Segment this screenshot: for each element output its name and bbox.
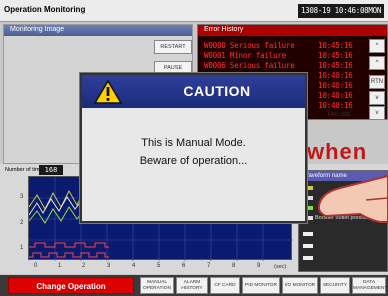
error-code: W0006 Serious failure bbox=[204, 61, 295, 70]
caution-message-line1: This is Manual Mode. bbox=[141, 137, 246, 149]
scroll-up-button[interactable]: ^ bbox=[369, 56, 385, 70]
waveform-red-1 bbox=[29, 242, 109, 248]
monitoring-image-title: Monitoring Image bbox=[10, 26, 65, 33]
manual-operation-button[interactable]: MANUAL OPERATION bbox=[140, 277, 174, 294]
manual-operation-line2: OPERATION bbox=[143, 286, 171, 291]
x-tick: 5 bbox=[157, 263, 161, 269]
x-tick: 7 bbox=[207, 263, 211, 269]
error-time: 10:45:16 bbox=[318, 51, 353, 60]
change-operation-button[interactable]: Change Operation bbox=[8, 277, 134, 294]
error-code: W0000 Serious failure bbox=[204, 41, 295, 50]
x-unit-label: (sec) bbox=[274, 264, 287, 270]
scroll-bottom-button[interactable]: v bbox=[369, 106, 385, 120]
failure-label: FAILURE bbox=[328, 112, 351, 118]
error-row[interactable]: W0001 Minor failure 10:45:16 bbox=[204, 51, 354, 61]
title-bar: Operation Monitoring 1308-19 10:46:08MON bbox=[0, 0, 388, 22]
count-value: 168 bbox=[39, 165, 63, 175]
legend-swatch bbox=[303, 255, 313, 260]
monitoring-image-header: Monitoring Image bbox=[4, 25, 192, 36]
restart-button[interactable]: RESTART bbox=[154, 40, 192, 54]
x-tick: 3 bbox=[107, 263, 111, 269]
error-time: 10:40:16 bbox=[318, 101, 353, 110]
legend-item[interactable] bbox=[303, 255, 315, 261]
return-button[interactable]: RTN bbox=[369, 75, 385, 89]
error-row[interactable]: W0000 Serious failure 10:45:16 bbox=[204, 41, 354, 51]
error-row[interactable]: W0006 Serious failure 10:45:16 bbox=[204, 61, 354, 71]
data-management-button[interactable]: DATA MANAGEMENT bbox=[352, 277, 388, 294]
caution-dialog: CAUTION This is Manual Mode. Beware of o… bbox=[80, 73, 307, 223]
io-monitor-label: I/O MONITOR bbox=[284, 283, 316, 288]
legend-swatch bbox=[303, 243, 313, 248]
pid-monitor-label: PID MONITOR bbox=[245, 283, 277, 288]
x-tick: 0 bbox=[34, 263, 38, 269]
data-management-line2: MANAGEMENT bbox=[353, 286, 388, 291]
warning-icon bbox=[94, 80, 122, 104]
error-time: 10:40:16 bbox=[318, 81, 353, 90]
caution-message-line2: Beware of operation... bbox=[139, 155, 248, 167]
pid-monitor-button[interactable]: PID MONITOR bbox=[242, 277, 280, 294]
security-button[interactable]: SECURITY bbox=[320, 277, 350, 294]
scroll-top-button[interactable]: ^ bbox=[369, 39, 385, 53]
error-history-title: Error History bbox=[204, 26, 244, 33]
security-label: SECURITY bbox=[322, 283, 348, 288]
cf-card-label: CF CARD bbox=[214, 283, 236, 288]
waveform-red-2 bbox=[29, 252, 109, 258]
alarm-history-button[interactable]: ALARM HISTORY bbox=[176, 277, 208, 294]
error-code: W0001 Minor failure bbox=[204, 51, 286, 60]
error-history-header: Error History bbox=[198, 25, 387, 36]
error-time: 10:40:16 bbox=[318, 91, 353, 100]
y-tick: 2 bbox=[20, 220, 24, 226]
legend-item[interactable] bbox=[303, 243, 315, 249]
error-time: 10:40:16 bbox=[318, 71, 353, 80]
x-tick: 2 bbox=[82, 263, 86, 269]
app-title: Operation Monitoring bbox=[4, 5, 86, 14]
x-tick: 8 bbox=[232, 263, 236, 269]
alarm-history-line2: HISTORY bbox=[181, 286, 203, 291]
cf-card-button[interactable]: CF CARD bbox=[210, 277, 240, 294]
io-monitor-button[interactable]: I/O MONITOR bbox=[282, 277, 318, 294]
x-tick: 6 bbox=[182, 263, 186, 269]
when-callout: when bbox=[307, 139, 368, 164]
scroll-down-button[interactable]: v bbox=[369, 91, 385, 105]
error-time: 10:45:16 bbox=[318, 61, 353, 70]
footer-toolbar: Change Operation MANUAL OPERATION ALARM HI… bbox=[0, 275, 388, 296]
x-tick: 9 bbox=[257, 263, 261, 269]
y-tick: 1 bbox=[20, 245, 24, 251]
error-time: 10:45:16 bbox=[318, 41, 353, 50]
x-tick: 1 bbox=[58, 263, 62, 269]
y-tick: 3 bbox=[20, 194, 24, 200]
caution-header: CAUTION bbox=[82, 75, 305, 108]
clock-display: 1308-19 10:46:08MON bbox=[298, 4, 384, 18]
x-tick: 4 bbox=[132, 263, 136, 269]
caution-title: CAUTION bbox=[183, 83, 251, 99]
